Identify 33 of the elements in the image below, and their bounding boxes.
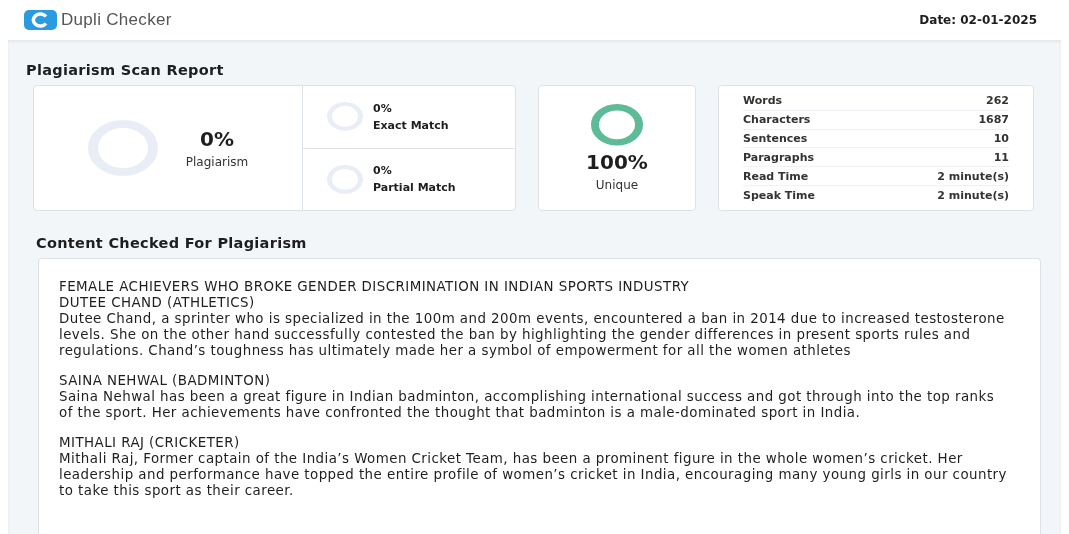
logo-icon	[24, 10, 57, 30]
stat-label: Paragraphs	[743, 150, 814, 164]
match-percent: 0%	[373, 164, 392, 178]
stat-label: Characters	[743, 113, 811, 127]
match-label: Partial Match	[373, 181, 456, 195]
stat-value: 2 minute(s)	[937, 169, 1009, 183]
stat-value: 2 minute(s)	[937, 188, 1009, 202]
logo-text: Dupli Checker	[61, 10, 172, 30]
report-date: Date: 02-01-2025	[919, 13, 1037, 27]
stat-label: Speak Time	[743, 188, 816, 202]
stat-label: Sentences	[743, 132, 808, 146]
section-text: Dutee Chand, a sprinter who is specialized in the 100m and 200m events, encountered a ban in 2014 due to increased testosterone levels. She on the other hand successfully contested the ban by highlighting the gender differences in present sports rules and regulations. Chand’s toughness has ultimately made her a symbol of empowerment for all the women athletes	[59, 311, 1006, 359]
document-heading: FEMALE ACHIEVERS WHO BROKE GENDER DISCRIMINATION IN INDIAN SPORTS INDUSTRY	[59, 279, 691, 295]
unique-percent: 100%	[586, 149, 648, 174]
match-percent: 0%	[373, 101, 392, 115]
unique-ring	[591, 104, 643, 146]
stat-label: Read Time	[743, 169, 809, 183]
stat-value: 1687	[978, 113, 1009, 127]
section-title: MITHALI RAJ (CRICKETER)	[59, 435, 241, 451]
stat-label: Words	[743, 94, 783, 108]
content-title: Content Checked For Plagiarism	[36, 235, 308, 251]
section-text: Mithali Raj, Former captain of the India’s Women Cricket Team, has been a prominent figure in the whole women’s cricket. Her leadership and performance have topped the entire profile of women’s cricket in India, encouraging many young girls in our country to take this sport as their career.	[59, 451, 1008, 499]
unique-label: Unique	[595, 177, 639, 192]
stat-value: 262	[986, 94, 1009, 108]
report-title: Plagiarism Scan Report	[26, 62, 225, 78]
stat-value: 11	[993, 150, 1009, 164]
stat-value: 10	[993, 132, 1009, 146]
plagiarism-percent: 0%	[200, 127, 234, 151]
section-title: DUTEE CHAND (ATHLETICS)	[59, 295, 256, 311]
plagiarism-label: Plagiarism	[185, 155, 249, 169]
section-title: SAINA NEHWAL (BADMINTON)	[59, 373, 272, 389]
section-text: Saina Nehwal has been a great figure in Indian badminton, accomplishing international success and got through into the top ranks of the sport. Her achievements have confronted the thought that badminton is a male-dominated sport in India.	[59, 389, 996, 421]
match-label: Exact Match	[373, 118, 449, 132]
